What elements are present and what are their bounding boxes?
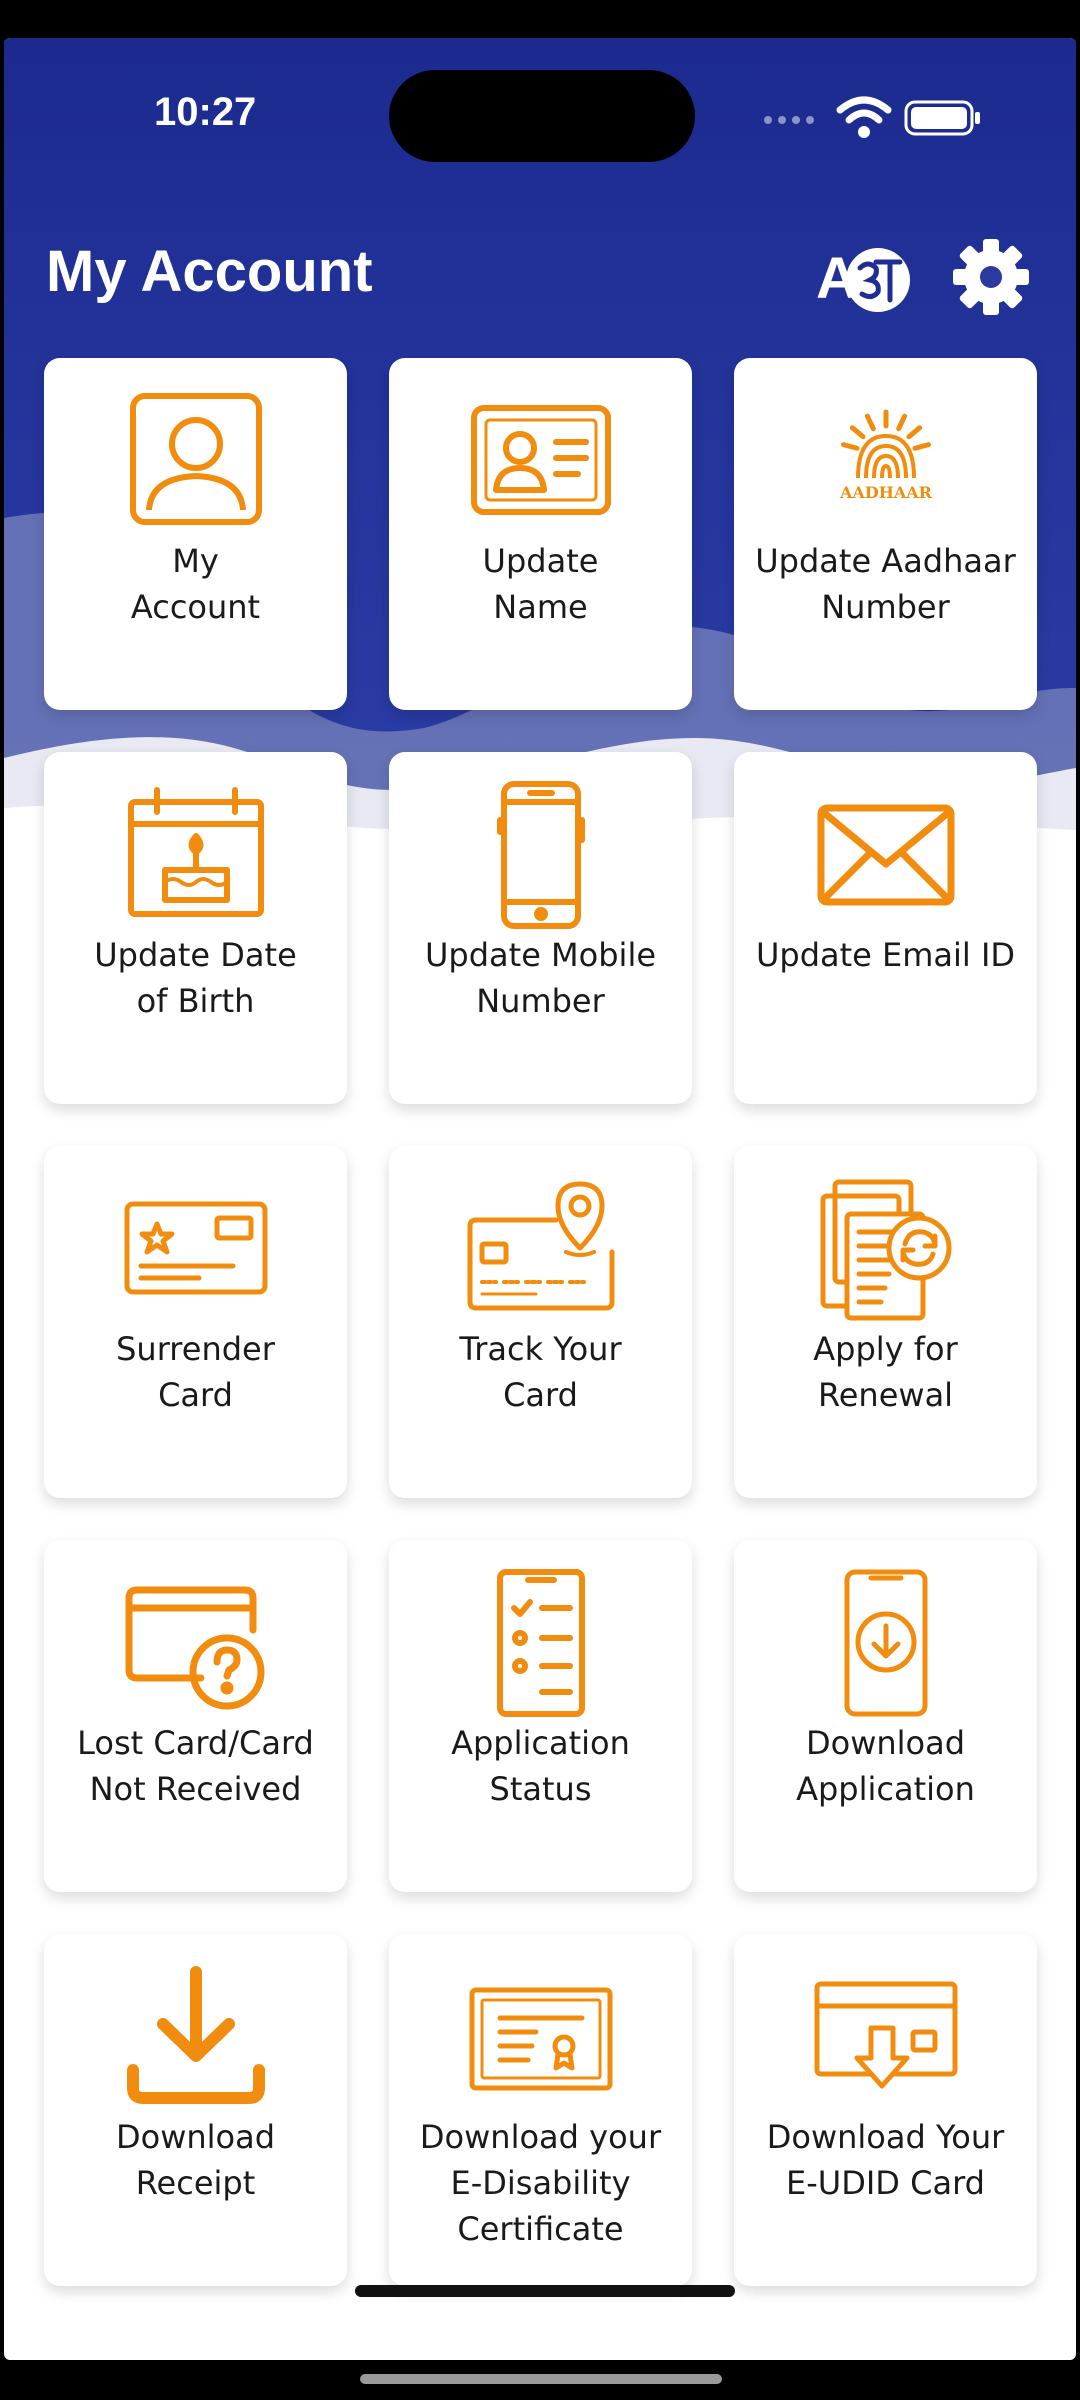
battery-icon [904,100,980,136]
wifi-icon [836,96,892,138]
tile-update-name[interactable]: Update Name [389,358,692,710]
service-grid: My Account Update Name AADHAAR Update Aa… [44,358,1042,2286]
id-card-icon [466,386,616,536]
home-indicator[interactable] [355,2285,735,2297]
tile-label: Application Status [451,1724,630,1808]
aadhaar-logo-text: AADHAAR [839,483,933,502]
document-renew-icon [811,1174,961,1324]
language-toggle-button[interactable]: A [816,242,926,314]
language-icon: A [816,246,910,312]
card-location-icon [466,1174,616,1324]
tile-download-application[interactable]: Download Application [734,1540,1037,1892]
tile-label: Track Your Card [459,1330,622,1414]
card-download-icon [811,1962,961,2112]
tile-label: Update Aadhaar Number [755,542,1016,626]
phone-download-icon [811,1568,961,1718]
tile-label: My Account [130,542,261,626]
tile-label: Lost Card/Card Not Received [77,1724,314,1808]
tile-download-disability-certificate[interactable]: Download your E-Disability Certificate [389,1934,692,2286]
tile-label: Download Receipt [115,2118,276,2202]
tile-update-aadhaar[interactable]: AADHAAR Update Aadhaar Number [734,358,1037,710]
page-title: My Account [46,239,373,304]
tile-surrender-card[interactable]: Surrender Card [44,1146,347,1498]
envelope-icon [811,780,961,930]
tile-label: Download your E-Disability Certificate [419,2118,662,2248]
tile-update-dob[interactable]: Update Date of Birth [44,752,347,1104]
settings-button[interactable] [952,238,1030,316]
signal-icon [764,116,814,124]
user-profile-icon [121,386,271,536]
certificate-icon [466,1962,616,2112]
tile-label: Update Name [482,542,599,626]
dynamic-island [389,70,695,162]
tile-lost-card[interactable]: Lost Card/Card Not Received [44,1540,347,1892]
status-time: 10:27 [154,90,257,134]
checklist-icon [466,1568,616,1718]
aadhaar-logo-icon: AADHAAR [811,386,961,536]
tile-application-status[interactable]: Application Status [389,1540,692,1892]
card-question-icon [121,1568,271,1718]
tile-label: Surrender Card [116,1330,275,1414]
tile-label: Update Date of Birth [94,936,297,1020]
tile-label: Update Email ID [755,936,1016,974]
tile-label: Download Your E-UDID Card [766,2118,1005,2202]
tile-apply-renewal[interactable]: Apply for Renewal [734,1146,1037,1498]
tile-label: Apply for Renewal [813,1330,958,1414]
tile-label: Update Mobile Number [424,936,657,1020]
tile-download-udid-card[interactable]: Download Your E-UDID Card [734,1934,1037,2286]
download-tray-icon [121,1962,271,2112]
tile-my-account[interactable]: My Account [44,358,347,710]
mobile-phone-icon [466,780,616,930]
tile-label: Download Application [796,1724,975,1808]
app-screen: 10:27 My Account A My Account Update Nam… [4,38,1076,2360]
tile-track-card[interactable]: Track Your Card [389,1146,692,1498]
tile-update-mobile[interactable]: Update Mobile Number [389,752,692,1104]
system-nav-bar[interactable] [360,2374,722,2384]
tile-update-email[interactable]: Update Email ID [734,752,1037,1104]
tile-download-receipt[interactable]: Download Receipt [44,1934,347,2286]
birthday-calendar-icon [121,780,271,930]
gear-icon [953,239,1029,315]
card-star-icon [121,1174,271,1324]
